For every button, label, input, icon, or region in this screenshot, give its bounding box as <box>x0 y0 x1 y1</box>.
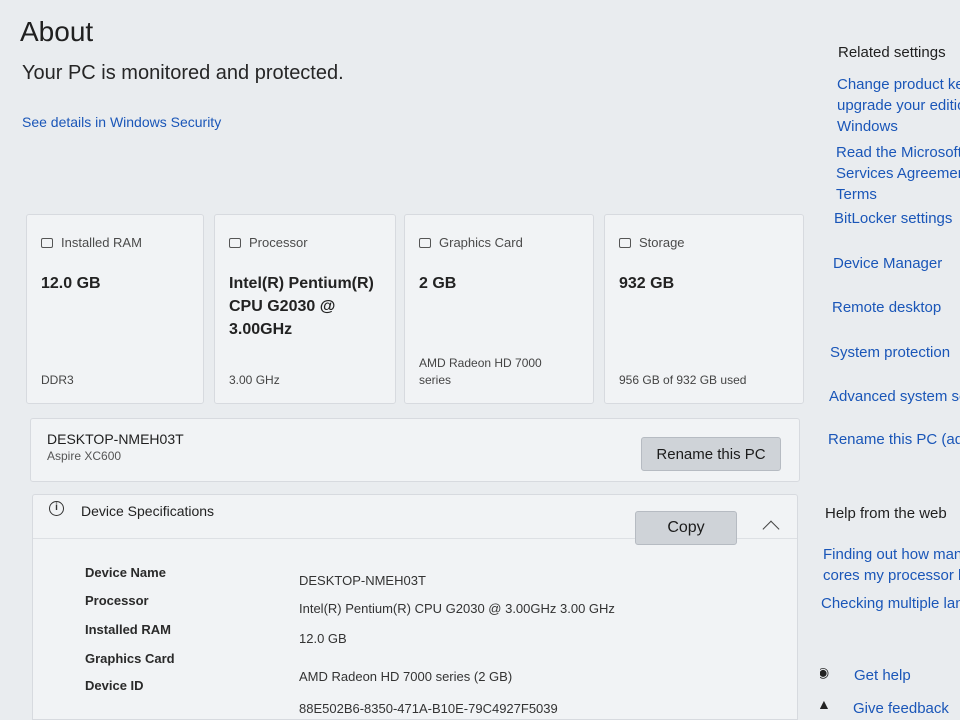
card-label: Processor <box>249 235 308 250</box>
card-graphics: Graphics Card 2 GB AMD Radeon HD 7000 se… <box>404 214 594 404</box>
system-protection-link[interactable]: System protection <box>830 342 950 363</box>
processor-cores-help-link[interactable]: Finding out how many cores my processor … <box>823 544 960 586</box>
card-footer: DDR3 <box>41 373 74 387</box>
card-footer: 956 GB of 932 GB used <box>619 373 747 387</box>
card-value: Intel(R) Pentium(R) CPU G2030 @ 3.00GHz <box>229 275 374 338</box>
page-title: About <box>20 16 94 47</box>
card-footer: 3.00 GHz <box>229 373 280 387</box>
related-settings-heading: Related settings <box>838 44 946 61</box>
spec-label: Installed RAM <box>85 622 171 637</box>
card-installed-ram: Installed RAM 12.0 GB DDR3 <box>26 214 204 404</box>
device-summary-cards: Installed RAM 12.0 GB DDR3 Processor Int… <box>26 214 806 410</box>
card-storage: Storage 932 GB 956 GB of 932 GB used <box>604 214 804 404</box>
advanced-system-settings-link[interactable]: Advanced system settings <box>829 386 960 407</box>
help-from-web-heading: Help from the web <box>825 505 947 522</box>
card-label: Storage <box>639 235 685 250</box>
spec-label: Device ID <box>85 678 144 693</box>
device-specifications-panel: i Device Specifications Copy Device Name… <box>32 494 798 720</box>
pc-model: Aspire XC600 <box>47 449 122 463</box>
card-footer: AMD Radeon HD 7000 series <box>419 356 542 387</box>
spec-value: 88E502B6-8350-471A-B10E-79C4927F5039 <box>299 701 558 716</box>
spec-value: AMD Radeon HD 7000 series (2 GB) <box>299 669 513 684</box>
spec-value: Intel(R) Pentium(R) CPU G2030 @ 3.00GHz … <box>299 601 615 616</box>
windows-security-link[interactable]: See details in Windows Security <box>22 114 221 130</box>
graphics-card-icon <box>419 237 431 248</box>
get-help-icon: ◉ <box>820 664 830 680</box>
about-settings-page: About Your PC is monitored and protected… <box>0 0 960 720</box>
spec-label: Processor <box>85 593 149 608</box>
multiple-languages-help-link[interactable]: Checking multiple languages <box>821 593 960 614</box>
give-feedback-link[interactable]: Give feedback <box>853 698 949 719</box>
pc-name: DESKTOP-NMEH03T <box>47 431 184 447</box>
rename-pc-button[interactable]: Rename this PC <box>641 437 781 471</box>
processor-icon <box>229 237 241 248</box>
card-label: Installed RAM <box>61 235 142 250</box>
remote-desktop-link[interactable]: Remote desktop <box>832 297 941 318</box>
related-settings-sidebar: Related settings Change product key or u… <box>820 0 960 720</box>
info-icon: i <box>49 501 64 516</box>
protection-status: Your PC is monitored and protected. <box>22 62 344 84</box>
card-value: 12.0 GB <box>41 275 101 292</box>
get-help-link[interactable]: Get help <box>854 665 911 686</box>
copy-button[interactable]: Copy <box>635 511 737 545</box>
card-value: 2 GB <box>419 275 457 292</box>
spec-label: Graphics Card <box>85 651 175 666</box>
microsoft-services-agreement-link[interactable]: Read the Microsoft Services Agreement Te… <box>836 142 960 205</box>
pc-name-panel: DESKTOP-NMEH03T Aspire XC600 Rename this… <box>30 418 800 482</box>
rename-pc-advanced-link[interactable]: Rename this PC (advanced) <box>828 429 960 450</box>
bitlocker-settings-link[interactable]: BitLocker settings <box>834 208 952 229</box>
card-processor: Processor Intel(R) Pentium(R) CPU G2030 … <box>214 214 396 404</box>
give-feedback-icon: ▲ <box>820 696 831 712</box>
card-value: 932 GB <box>619 275 675 292</box>
device-manager-link[interactable]: Device Manager <box>833 253 942 274</box>
card-label: Graphics Card <box>439 235 523 250</box>
spec-value: DESKTOP-NMEH03T <box>299 573 426 588</box>
specs-title: Device Specifications <box>81 503 215 519</box>
spec-value: 12.0 GB <box>299 631 347 646</box>
change-product-key-link[interactable]: Change product key or upgrade your editi… <box>837 74 960 137</box>
memory-icon <box>41 237 53 248</box>
spec-label: Device Name <box>85 565 166 580</box>
storage-icon <box>619 237 631 248</box>
